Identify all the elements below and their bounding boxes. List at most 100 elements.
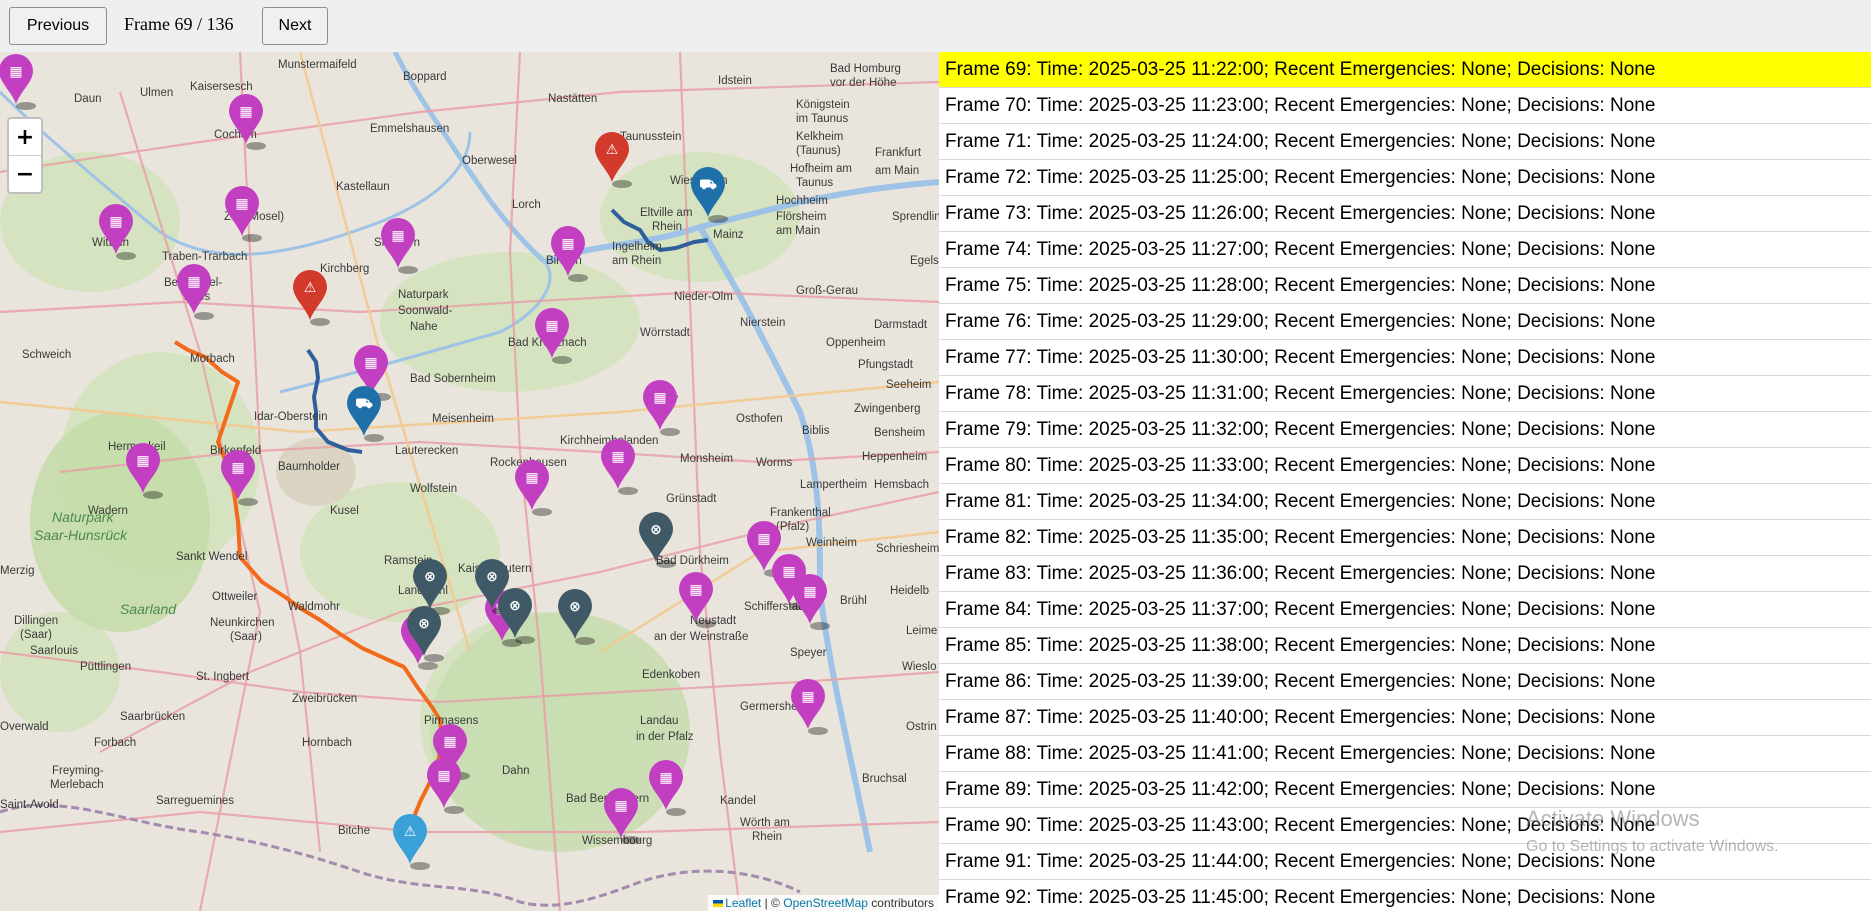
place-label: Brühl — [840, 595, 867, 607]
hospital-marker[interactable]: ▦ — [515, 460, 552, 516]
log-row[interactable]: Frame 74: Time: 2025-03-25 11:27:00; Rec… — [939, 232, 1871, 268]
place-label: (Taunus) — [796, 145, 841, 157]
map-canvas[interactable]: Kaisersesch Munstermaifeld Boppard Nastätte… — [0, 52, 939, 911]
place-label: Lauterecken — [395, 445, 458, 457]
log-row[interactable]: Frame 78: Time: 2025-03-25 11:31:00; Rec… — [939, 376, 1871, 412]
place-label: Idstein — [718, 75, 752, 87]
zoom-in-button[interactable]: + — [9, 119, 41, 156]
place-label: Püttlingen — [80, 661, 131, 673]
place-label: Ostrin — [906, 721, 937, 733]
hospital-icon: ▦ — [801, 689, 814, 705]
place-label: Bensheim — [874, 427, 925, 439]
frame-separator: / — [196, 14, 202, 34]
hospital-icon: ▦ — [235, 196, 248, 212]
hospital-icon: ▦ — [437, 768, 450, 784]
hospital-marker[interactable]: ▦ — [791, 679, 828, 735]
log-row[interactable]: Frame 92: Time: 2025-03-25 11:45:00; Rec… — [939, 880, 1871, 911]
watermark-title: Activate Windows — [1526, 806, 1700, 831]
hospital-icon: ▦ — [545, 318, 558, 334]
place-label: Idar-Oberstein — [254, 411, 328, 423]
place-label: Rhein — [752, 831, 782, 843]
place-label: Nieder-Olm — [674, 291, 733, 303]
hospital-icon: ▦ — [525, 470, 538, 486]
place-label: Oberwesel — [462, 155, 517, 167]
log-row[interactable]: Frame 79: Time: 2025-03-25 11:32:00; Rec… — [939, 412, 1871, 448]
hospital-icon: ▦ — [136, 453, 149, 469]
previous-button[interactable]: Previous — [9, 7, 107, 45]
log-row[interactable]: Frame 84: Time: 2025-03-25 11:37:00; Rec… — [939, 592, 1871, 628]
hospital-icon: ▦ — [782, 564, 795, 580]
place-label: Schweich — [22, 349, 71, 361]
frame-log-list[interactable]: Frame 69: Time: 2025-03-25 11:22:00; Rec… — [939, 52, 1871, 911]
warning-icon: ⚠ — [404, 824, 417, 840]
place-label: Wissembourg — [582, 835, 652, 847]
place-label: Taunusstein — [620, 131, 681, 143]
log-row[interactable]: Frame 72: Time: 2025-03-25 11:25:00; Rec… — [939, 160, 1871, 196]
place-label: Zwingenberg — [854, 403, 920, 415]
log-row[interactable]: Frame 73: Time: 2025-03-25 11:26:00; Rec… — [939, 196, 1871, 232]
lifebuoy-icon: ⊗ — [650, 522, 662, 538]
next-button[interactable]: Next — [262, 7, 328, 45]
marker-shadow — [194, 312, 214, 320]
place-label: Weinheim — [806, 537, 857, 549]
place-label: Sarreguemines — [156, 795, 234, 807]
log-row[interactable]: Frame 86: Time: 2025-03-25 11:39:00; Rec… — [939, 664, 1871, 700]
place-label: Forbach — [94, 737, 136, 749]
hospital-marker[interactable]: ▦ — [229, 94, 266, 150]
log-row[interactable]: Frame 85: Time: 2025-03-25 11:38:00; Rec… — [939, 628, 1871, 664]
place-label: St. Ingbert — [196, 671, 250, 683]
marker-shadow — [612, 180, 632, 188]
hospital-icon: ▦ — [653, 390, 666, 406]
lifebuoy-icon: ⊗ — [486, 569, 498, 585]
marker-shadow — [410, 862, 430, 870]
hospital-marker[interactable]: ▦ — [0, 54, 36, 110]
marker-shadow — [656, 560, 676, 568]
hospital-marker[interactable]: ▦ — [601, 439, 638, 495]
log-row[interactable]: Frame 83: Time: 2025-03-25 11:36:00; Rec… — [939, 556, 1871, 592]
log-row[interactable]: Frame 75: Time: 2025-03-25 11:28:00; Rec… — [939, 268, 1871, 304]
marker-shadow — [116, 252, 136, 260]
place-label: Saarbrücken — [120, 711, 185, 723]
marker-shadow — [238, 498, 258, 506]
log-row[interactable]: Frame 70: Time: 2025-03-25 11:23:00; Rec… — [939, 88, 1871, 124]
place-label: Ottweiler — [212, 591, 258, 603]
ambulance-icon: ⛟ — [699, 177, 717, 193]
log-row[interactable]: Frame 82: Time: 2025-03-25 11:35:00; Rec… — [939, 520, 1871, 556]
place-label: Hochheim — [776, 195, 828, 207]
map-view[interactable]: Kaisersesch Munstermaifeld Boppard Nastätte… — [0, 52, 939, 911]
log-row[interactable]: Frame 81: Time: 2025-03-25 11:34:00; Rec… — [939, 484, 1871, 520]
log-row[interactable]: Frame 87: Time: 2025-03-25 11:40:00; Rec… — [939, 700, 1871, 736]
place-label: Bruchsal — [862, 773, 907, 785]
osm-link[interactable]: OpenStreetMap — [783, 896, 868, 910]
place-label: Soonwald- — [398, 305, 453, 317]
region-label: Naturpark — [52, 509, 114, 525]
log-row-active[interactable]: Frame 69: Time: 2025-03-25 11:22:00; Rec… — [939, 52, 1871, 88]
place-label: Egelsbach — [910, 255, 939, 267]
place-label: Bitche — [338, 825, 370, 837]
log-row[interactable]: Frame 77: Time: 2025-03-25 11:30:00; Rec… — [939, 340, 1871, 376]
emergency-marker[interactable]: ⚠ — [293, 270, 330, 326]
log-row[interactable]: Frame 76: Time: 2025-03-25 11:29:00; Rec… — [939, 304, 1871, 340]
marker-shadow — [246, 142, 266, 150]
place-label: Königstein — [796, 99, 850, 111]
place-label: Taunus — [796, 177, 833, 189]
leaflet-flag-icon — [713, 900, 724, 907]
marker-shadow — [666, 808, 686, 816]
hospital-icon: ▦ — [9, 64, 22, 80]
log-row[interactable]: Frame 80: Time: 2025-03-25 11:33:00; Rec… — [939, 448, 1871, 484]
place-label: Munstermaifeld — [278, 59, 357, 71]
log-row[interactable]: Frame 71: Time: 2025-03-25 11:24:00; Rec… — [939, 124, 1871, 160]
leaflet-link[interactable]: Leaflet — [725, 896, 761, 910]
log-row[interactable]: Frame 88: Time: 2025-03-25 11:41:00; Rec… — [939, 736, 1871, 772]
place-label: Lorch — [512, 199, 541, 211]
ambulance-marker[interactable]: ⛟ — [347, 386, 384, 442]
place-label: Biblis — [802, 425, 830, 437]
zoom-out-button[interactable]: − — [9, 156, 41, 192]
place-label: Leime — [906, 625, 937, 637]
log-row[interactable]: Frame 89: Time: 2025-03-25 11:42:00; Rec… — [939, 772, 1871, 808]
windows-activation-watermark: Activate Windows Go to Settings to activ… — [1526, 806, 1779, 856]
current-frame-number: 69 — [174, 14, 193, 34]
place-label: Wörth am — [740, 817, 790, 829]
emergency-marker[interactable]: ⚠ — [393, 814, 430, 870]
place-label: Groß-Gerau — [796, 285, 858, 297]
